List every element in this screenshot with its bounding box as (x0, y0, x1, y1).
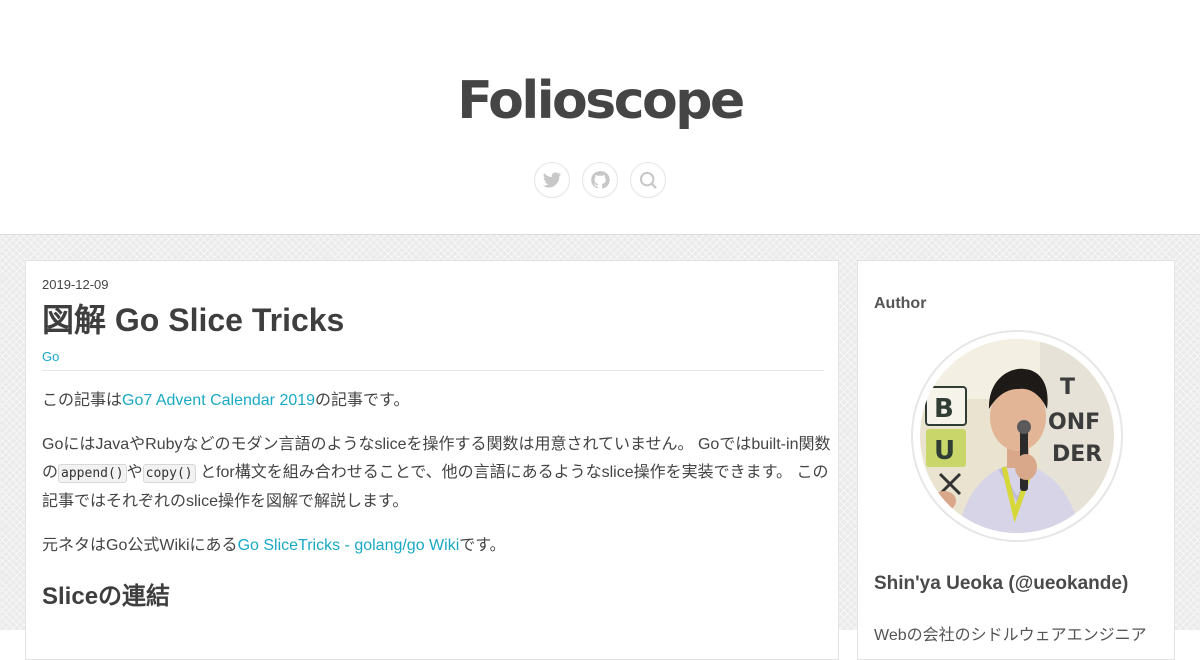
title-divider (42, 370, 824, 371)
github-button[interactable] (582, 162, 618, 198)
category-link[interactable]: Go (42, 349, 59, 365)
source-text-before: 元ネタはGo公式Wikiにある (42, 537, 238, 554)
article-title[interactable]: 図解 Go Slice Tricks (42, 300, 822, 340)
source-paragraph: 元ネタはGo公式WikiにあるGo SliceTricks - golang/g… (42, 532, 832, 560)
site-header: Folioscope (0, 0, 1200, 234)
intro-text-after: の記事です。 (315, 392, 410, 409)
section-heading: Sliceの連結 (42, 583, 171, 610)
slicetricks-wiki-link[interactable]: Go SliceTricks - golang/go Wiki (238, 537, 460, 554)
copy-code: copy() (142, 464, 196, 483)
sidebar-heading: Author (874, 295, 927, 312)
description-paragraph: GoにはJavaやRubyなどのモダン言語のようなsliceを操作する関数は用意… (42, 431, 832, 516)
svg-text:DER: DER (1052, 442, 1102, 467)
avatar-frame: B U T ONF DER (911, 330, 1123, 542)
search-icon (639, 171, 657, 189)
svg-text:T: T (1060, 375, 1075, 400)
source-text-after: です。 (459, 537, 506, 554)
intro-text-before: この記事は (42, 392, 123, 409)
twitter-icon (542, 172, 562, 188)
author-bio: Webの会社のシドルウェアエンジニア (874, 627, 1147, 643)
author-name[interactable]: Shin'ya Ueoka (@ueokande) (874, 573, 1128, 595)
author-sidebar: Author B U T ONF DER Shin'ya Ueoka (@ueo… (857, 260, 1175, 660)
github-icon (591, 171, 610, 189)
svg-text:ONF: ONF (1048, 410, 1100, 435)
article-date: 2019-12-09 (42, 277, 109, 292)
advent-calendar-link[interactable]: Go7 Advent Calendar 2019 (122, 392, 315, 409)
description-text-2: や (126, 464, 143, 481)
svg-text:U: U (934, 436, 955, 466)
article-card: 2019-12-09 図解 Go Slice Tricks Go この記事はGo… (25, 260, 839, 660)
svg-text:B: B (934, 394, 954, 424)
social-links (0, 162, 1200, 198)
author-avatar: B U T ONF DER (920, 339, 1114, 533)
intro-paragraph: この記事はGo7 Advent Calendar 2019の記事です。 (42, 387, 832, 415)
search-button[interactable] (630, 162, 666, 198)
site-title[interactable]: Folioscope (0, 66, 1200, 136)
append-code: append() (58, 464, 127, 483)
twitter-button[interactable] (534, 162, 570, 198)
